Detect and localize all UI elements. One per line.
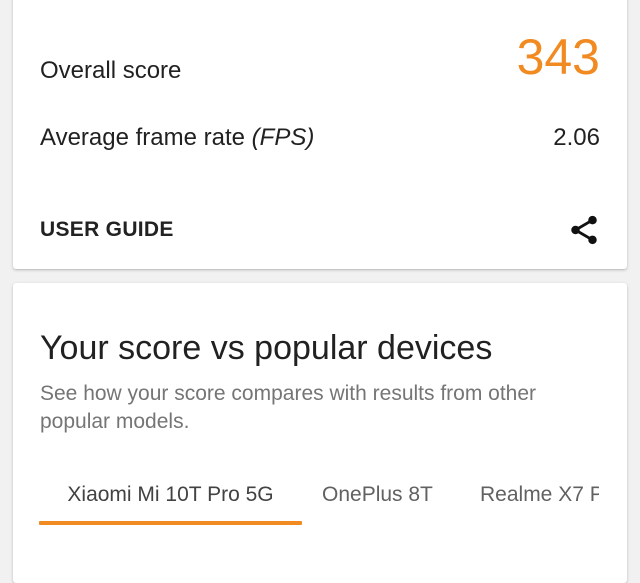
tab-xiaomi-mi-10t-pro-5g[interactable]: Xiaomi Mi 10T Pro 5G <box>39 473 302 523</box>
overall-score-value: 343 <box>516 29 600 85</box>
card-actions: USER GUIDE <box>40 208 600 252</box>
fps-label: Average frame rate (FPS) <box>40 124 314 152</box>
selected-tab-indicator <box>39 521 302 525</box>
comparison-card: Your score vs popular devices See how yo… <box>13 283 627 583</box>
tabs-overflow-edge <box>599 473 627 523</box>
comparison-description: See how your score compares with results… <box>40 382 537 433</box>
overall-score-row: Overall score 343 <box>40 32 600 86</box>
fps-unit: (FPS) <box>251 124 315 151</box>
share-button[interactable] <box>562 208 606 252</box>
fps-label-text: Average frame rate <box>40 124 245 151</box>
fps-value: 2.06 <box>553 124 600 151</box>
result-card: Overall score 343 Average frame rate (FP… <box>13 0 627 269</box>
tab-oneplus-8t[interactable]: OnePlus 8T <box>322 473 433 523</box>
user-guide-button[interactable]: USER GUIDE <box>40 218 174 242</box>
comparison-title: Your score vs popular devices <box>40 329 493 367</box>
device-tabs: Xiaomi Mi 10T Pro 5G OnePlus 8T Realme X… <box>13 473 627 528</box>
fps-row: Average frame rate (FPS) 2.06 <box>40 124 600 152</box>
share-icon <box>571 215 597 245</box>
overall-score-label: Overall score <box>40 57 182 84</box>
